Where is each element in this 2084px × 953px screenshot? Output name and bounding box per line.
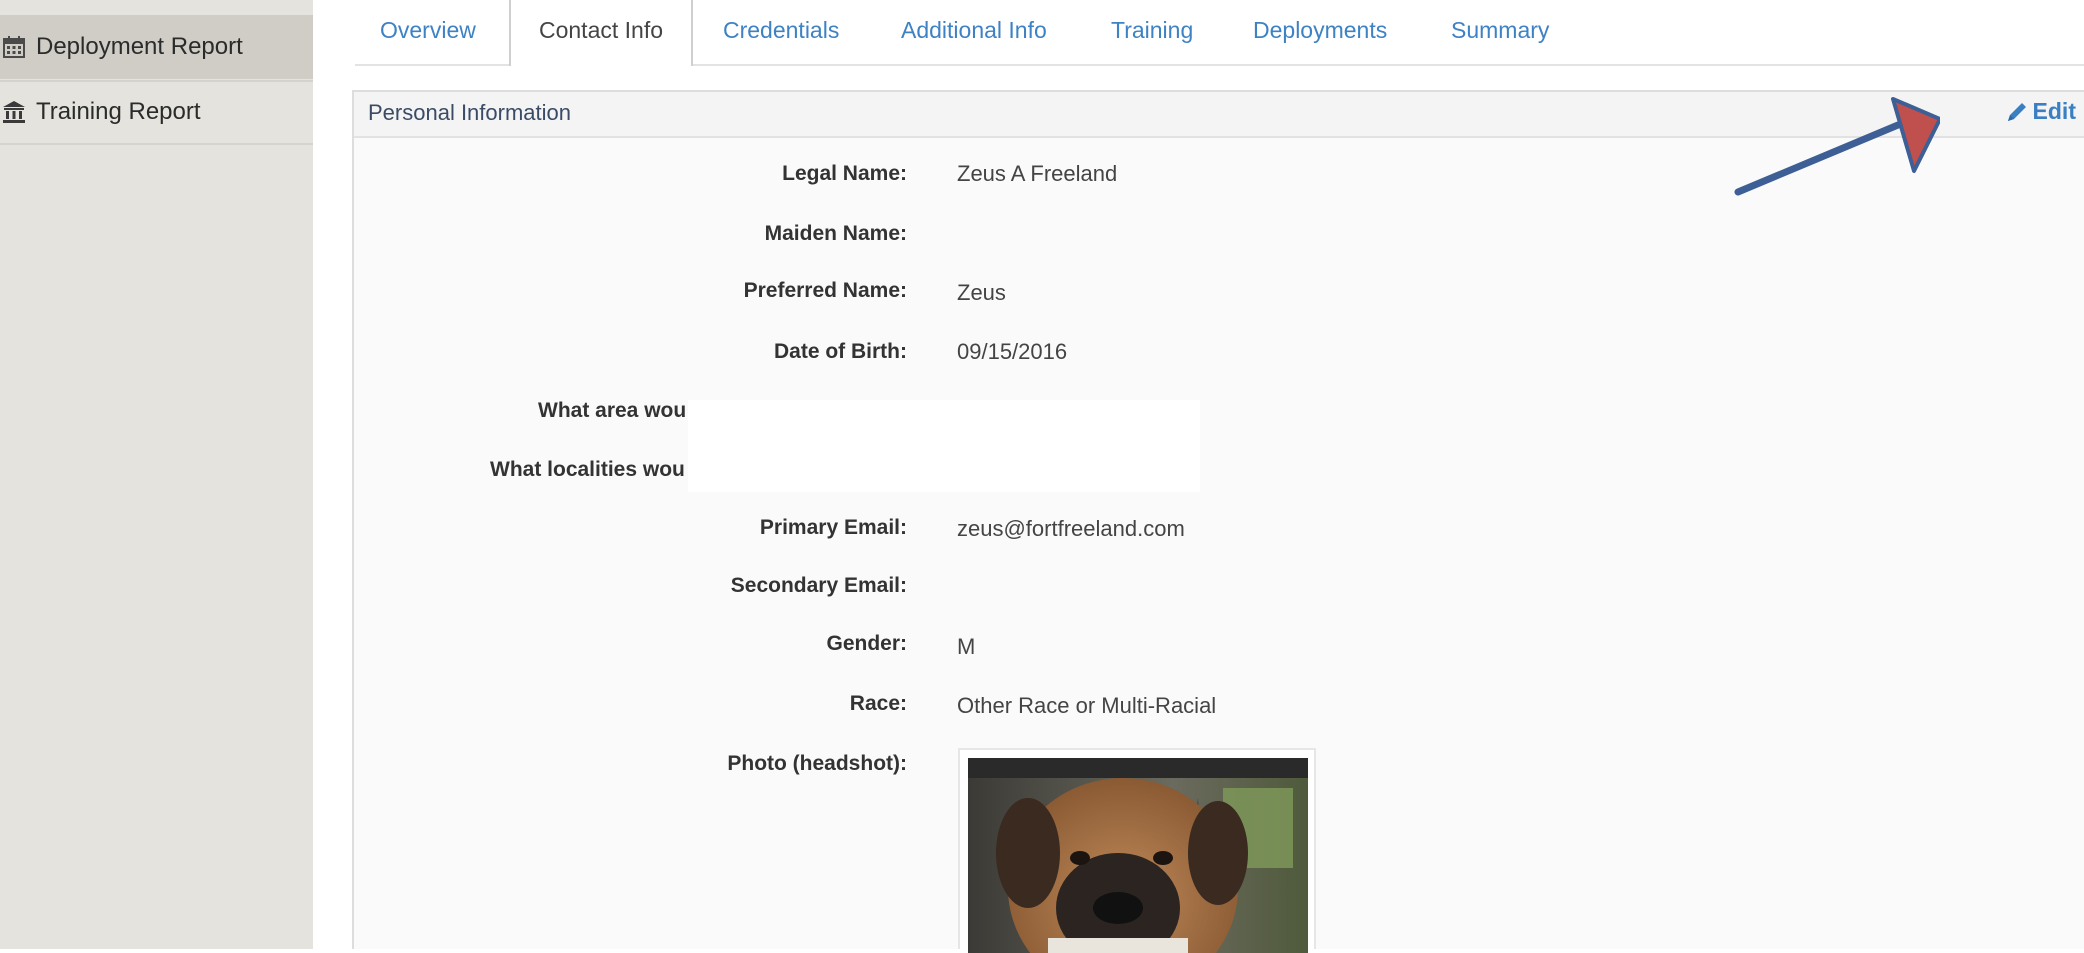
tab-contact-info[interactable]: Contact Info [509, 0, 693, 66]
preferred-name-label: Preferred Name: [743, 279, 907, 302]
tab-bar: Overview Contact Info Credentials Additi… [355, 0, 2084, 66]
primary-email-label: Primary Email: [759, 516, 907, 539]
preferred-name-value: Zeus [957, 280, 1006, 305]
bank-icon [2, 100, 26, 124]
gender-label: Gender: [826, 632, 907, 655]
primary-email-value: zeus@fortfreeland.com [957, 516, 1185, 541]
tab-additional-info[interactable]: Additional Info [901, 0, 1047, 64]
calendar-icon [2, 35, 26, 59]
tab-training[interactable]: Training [1111, 0, 1193, 64]
area-question-label: What area wou [538, 399, 687, 422]
sidebar-item-label: Deployment Report [36, 33, 243, 60]
annotation-arrow [1734, 97, 1940, 196]
gender-value: M [957, 634, 976, 659]
sidebar-item-deployment-report[interactable]: Deployment Report [0, 15, 313, 79]
race-label: Race: [849, 692, 907, 715]
tab-overview[interactable]: Overview [380, 0, 476, 64]
pencil-icon [2007, 102, 2026, 121]
localities-question-label: What localities wou [490, 458, 685, 481]
sidebar-item-training-report[interactable]: Training Report [0, 80, 313, 144]
panel-title: Personal Information [368, 100, 571, 125]
photo-label: Photo (headshot): [727, 752, 907, 775]
sidebar: Deployment Report Training Report [0, 0, 313, 949]
edit-label: Edit [2032, 98, 2076, 124]
date-of-birth-label: Date of Birth: [774, 340, 907, 363]
sidebar-item-label: Training Report [36, 98, 201, 125]
headshot-photo [968, 758, 1308, 953]
legal-name-label: Legal Name: [782, 162, 907, 185]
maiden-name-label: Maiden Name: [764, 222, 907, 245]
race-value: Other Race or Multi-Racial [957, 693, 1217, 718]
secondary-email-label: Secondary Email: [730, 574, 907, 597]
tab-credentials[interactable]: Credentials [723, 0, 839, 64]
tab-deployments[interactable]: Deployments [1253, 0, 1387, 64]
redaction-block [688, 400, 1200, 492]
legal-name-value: Zeus A Freeland [957, 161, 1118, 186]
date-of-birth-value: 09/15/2016 [957, 339, 1068, 364]
photo-frame [958, 748, 1316, 953]
edit-button[interactable]: Edit [2005, 98, 2076, 125]
sidebar-divider [0, 143, 313, 145]
tab-summary[interactable]: Summary [1451, 0, 1549, 64]
